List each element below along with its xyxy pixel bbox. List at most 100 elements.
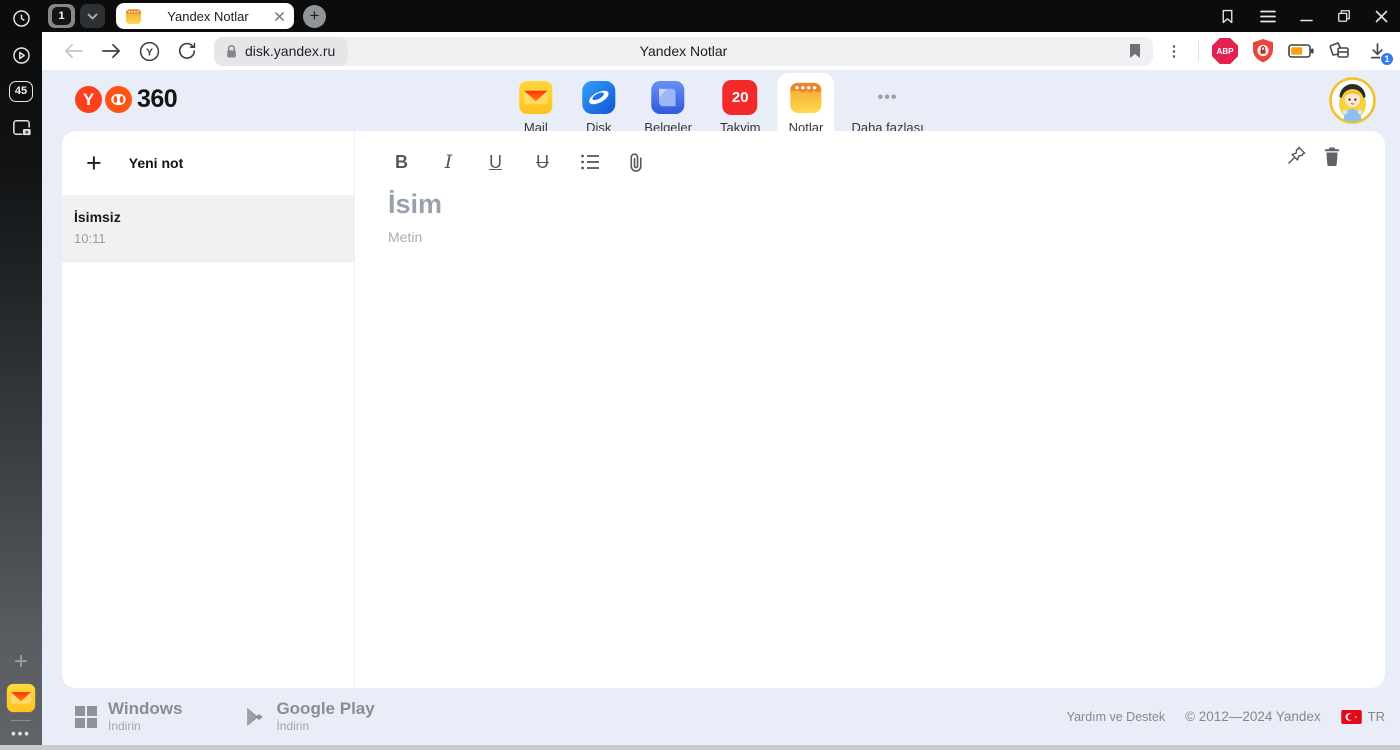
minimize-icon[interactable] bbox=[1300, 10, 1313, 22]
y360-ring-icon bbox=[105, 86, 132, 113]
yandex-notes-page: Y 360 Mail Disk Belgeler 20 Takvim Notla… bbox=[42, 70, 1400, 750]
note-list-item[interactable]: İsimsiz 10:11 bbox=[62, 196, 354, 262]
downloads-button[interactable]: 1 bbox=[1364, 38, 1394, 66]
logo-360-text: 360 bbox=[137, 85, 178, 113]
browser-window: 45 + ••• 1 Yandex Notlar + Y disk.yandex… bbox=[0, 0, 1400, 750]
sidebar-more-icon[interactable]: ••• bbox=[0, 725, 42, 741]
bold-button[interactable]: B bbox=[388, 149, 415, 176]
store-subtitle: İndirin bbox=[108, 718, 141, 733]
yandex-logo-icon: Y bbox=[75, 86, 102, 113]
disk-app-icon bbox=[582, 80, 616, 115]
new-tab-button[interactable]: + bbox=[303, 4, 326, 28]
toolbar-divider bbox=[1198, 41, 1199, 61]
notes-list-panel: + Yeni not İsimsiz 10:11 bbox=[62, 131, 355, 688]
windows-download-link[interactable]: Windows İndirin bbox=[75, 700, 182, 733]
omnibox-page-title: Yandex Notlar bbox=[639, 43, 728, 59]
delete-note-icon[interactable] bbox=[1323, 146, 1341, 166]
ellipsis-glyph: ••• bbox=[877, 88, 898, 106]
windows-icon bbox=[75, 705, 97, 728]
notes-app-icon bbox=[125, 8, 142, 24]
new-note-button[interactable]: + Yeni not bbox=[62, 131, 354, 196]
note-title: İsimsiz bbox=[74, 209, 121, 225]
yandex-mail-shortcut-icon[interactable] bbox=[0, 682, 42, 714]
tab-count-badge[interactable]: 45 bbox=[0, 79, 42, 103]
yandex-services-button[interactable]: Y bbox=[130, 36, 168, 66]
editor-toolbar: B I U U bbox=[388, 143, 1341, 181]
attach-file-button[interactable] bbox=[623, 149, 650, 176]
google-play-download-link[interactable]: Google Play İndirin bbox=[244, 699, 375, 733]
notes-app-icon bbox=[790, 82, 822, 114]
adblock-plus-icon[interactable]: ABP bbox=[1212, 38, 1238, 64]
store-subtitle: İndirin bbox=[276, 718, 310, 733]
new-note-label: Yeni not bbox=[128, 155, 184, 171]
note-title-input[interactable]: İsim bbox=[388, 189, 1341, 220]
tab-bar: 1 Yandex Notlar + bbox=[42, 0, 1400, 32]
tab-yandex-notlar[interactable]: Yandex Notlar bbox=[116, 3, 294, 29]
history-icon[interactable] bbox=[0, 6, 42, 30]
forward-button[interactable] bbox=[92, 36, 130, 66]
footer-links: Yardım ve Destek © 2012—2024 Yandex TR bbox=[1067, 709, 1385, 724]
user-avatar[interactable] bbox=[1329, 77, 1376, 124]
italic-button[interactable]: I bbox=[435, 149, 462, 176]
reload-button[interactable] bbox=[168, 36, 206, 66]
download-count-badge: 1 bbox=[1380, 52, 1394, 66]
underline-button[interactable]: U bbox=[482, 149, 509, 176]
abp-label: ABP bbox=[1216, 46, 1234, 56]
lock-icon bbox=[227, 44, 236, 57]
url-chip[interactable]: disk.yandex.ru bbox=[214, 36, 349, 66]
y-letter: Y bbox=[145, 46, 152, 58]
back-button[interactable] bbox=[54, 36, 92, 66]
store-title: Windows bbox=[108, 699, 183, 719]
window-bottom-edge bbox=[0, 745, 1400, 750]
plus-glyph: + bbox=[13, 648, 28, 675]
note-body-input[interactable]: Metin bbox=[388, 229, 1341, 245]
url-text: disk.yandex.ru bbox=[245, 43, 336, 59]
sidebar-add-icon[interactable]: + bbox=[0, 648, 42, 675]
mail-app-icon bbox=[519, 80, 553, 115]
address-bar: Y disk.yandex.ru Yandex Notlar ⋮ ABP 1 bbox=[42, 32, 1400, 70]
collections-icon[interactable] bbox=[1327, 40, 1351, 62]
browser-actions-menu-icon[interactable]: ⋮ bbox=[1163, 42, 1185, 60]
bookmarks-panel-icon[interactable] bbox=[1219, 8, 1236, 25]
calendar-app-icon: 20 bbox=[722, 80, 758, 115]
bullet-list-button[interactable] bbox=[576, 149, 603, 176]
protect-shield-icon[interactable] bbox=[1251, 38, 1275, 64]
help-link[interactable]: Yardım ve Destek bbox=[1067, 710, 1165, 724]
sidebar-divider bbox=[11, 720, 31, 721]
plus-icon: + bbox=[86, 147, 102, 178]
docs-app-icon bbox=[651, 80, 685, 115]
menu-icon[interactable] bbox=[1260, 10, 1276, 23]
tab-title: Yandex Notlar bbox=[167, 8, 249, 24]
tab-close-icon[interactable] bbox=[274, 11, 285, 22]
language-switcher[interactable]: TR bbox=[1340, 709, 1385, 724]
strikethrough-button[interactable]: U bbox=[529, 149, 556, 176]
tab-list-chevron-icon[interactable] bbox=[80, 4, 105, 28]
tab-count-label: 45 bbox=[14, 85, 28, 97]
screenshot-icon[interactable] bbox=[0, 114, 42, 140]
close-window-icon[interactable] bbox=[1375, 10, 1388, 23]
y360-logo[interactable]: Y 360 bbox=[75, 85, 178, 114]
bookmark-icon[interactable] bbox=[1128, 43, 1142, 59]
editor-actions bbox=[1286, 145, 1341, 166]
pin-note-icon[interactable] bbox=[1286, 145, 1307, 166]
plus-glyph: + bbox=[309, 6, 320, 25]
ellipsis-glyph: ••• bbox=[11, 725, 31, 741]
omnibox[interactable]: disk.yandex.ru Yandex Notlar bbox=[214, 36, 1153, 66]
battery-icon[interactable] bbox=[1288, 43, 1314, 59]
player-icon[interactable] bbox=[0, 43, 42, 67]
restore-icon[interactable] bbox=[1337, 9, 1351, 23]
page-header: Y 360 Mail Disk Belgeler 20 Takvim Notla… bbox=[42, 70, 1400, 141]
notes-card: + Yeni not İsimsiz 10:11 B I U U İsim Me… bbox=[62, 131, 1385, 688]
google-play-icon bbox=[247, 707, 264, 726]
language-label: TR bbox=[1367, 709, 1385, 724]
extensions-area: ⋮ ABP 1 bbox=[1159, 38, 1394, 66]
note-editor: B I U U İsim Metin bbox=[355, 131, 1385, 688]
tab-counter-label: 1 bbox=[52, 7, 71, 25]
copyright-text: © 2012—2024 Yandex bbox=[1185, 709, 1321, 724]
store-title: Google Play bbox=[276, 699, 375, 719]
turkey-flag-icon bbox=[1340, 709, 1362, 724]
browser-sidebar: 45 + ••• bbox=[0, 0, 42, 750]
more-dots-icon: ••• bbox=[870, 80, 905, 115]
tab-counter-button[interactable]: 1 bbox=[48, 4, 75, 28]
logo-letter: Y bbox=[82, 89, 95, 109]
